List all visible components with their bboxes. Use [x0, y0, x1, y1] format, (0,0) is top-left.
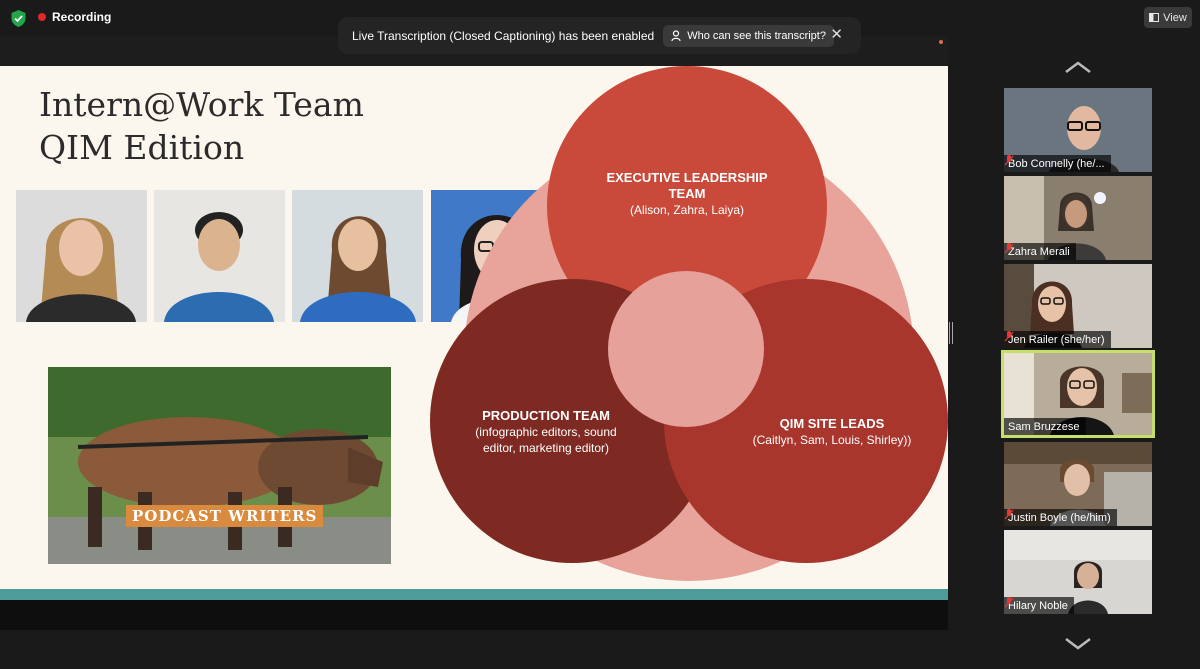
participant-tile[interactable]: Bob Connelly (he/...: [1004, 88, 1152, 172]
venn-right-sub: (Caitlyn, Sam, Louis, Shirley)): [752, 433, 912, 447]
team-photo-4: [431, 190, 563, 322]
record-dot-icon: [38, 13, 46, 21]
venn-left-sub: (infographic editors, sound editor, mark…: [475, 425, 617, 455]
grid-view-icon: [1149, 13, 1160, 22]
team-photo-2: [154, 190, 285, 322]
close-icon[interactable]: ✕: [830, 26, 843, 44]
view-button[interactable]: View: [1144, 7, 1192, 28]
team-photo-1: [16, 190, 147, 322]
venn-top-label: EXECUTIVE LEADERSHIP TEAM (Alison, Zahra…: [605, 170, 769, 218]
who-button-label: Who can see this transcript?: [687, 29, 826, 42]
participant-name: Justin Boyle (he/him): [1008, 511, 1111, 524]
participant-tile[interactable]: Hilary Noble: [1004, 530, 1152, 614]
participant-tile[interactable]: Zahra Merali: [1004, 176, 1152, 260]
who-can-see-transcript-button[interactable]: Who can see this transcript?: [663, 24, 834, 47]
muted-mic-icon: [1004, 509, 1014, 520]
muted-mic-icon: [1004, 243, 1014, 254]
venn-center-circle: [608, 271, 764, 427]
view-label: View: [1163, 11, 1187, 24]
slide-title-line2: QIM Edition: [39, 128, 245, 167]
transcription-notification: Live Transcription (Closed Captioning) h…: [338, 17, 861, 54]
shared-slide: Intern@Work Team QIM Edition EXECUTIVE L…: [0, 66, 948, 600]
participant-tile[interactable]: Justin Boyle (he/him): [1004, 442, 1152, 526]
share-indicator-dot: [939, 40, 943, 44]
person-eye-icon: [671, 29, 681, 41]
recording-label: Recording: [52, 10, 112, 24]
participant-name: Bob Connelly (he/...: [1008, 157, 1105, 170]
venn-left-title: PRODUCTION TEAM: [482, 408, 610, 423]
participant-name-tag: Hilary Noble: [1004, 597, 1074, 614]
slide-title: Intern@Work Team QIM Edition: [39, 83, 364, 169]
security-shield-icon[interactable]: [10, 9, 27, 28]
slide-bottom-bar: [0, 600, 948, 630]
participant-name-tag: Justin Boyle (he/him): [1004, 509, 1117, 526]
venn-top-sub: (Alison, Zahra, Laiya): [629, 203, 745, 217]
venn-right-title: QIM SITE LEADS: [779, 416, 885, 431]
participant-name: Jen Railer (she/her): [1008, 333, 1105, 346]
recording-indicator[interactable]: Recording: [38, 10, 111, 24]
slide-teal-bar: [0, 589, 948, 600]
podcast-writers-image: PODCAST WRITERS: [48, 367, 391, 564]
participant-tile-active-speaker[interactable]: Sam Bruzzese: [1001, 350, 1155, 438]
panel-resize-handle[interactable]: [949, 322, 953, 344]
venn-right-label: QIM SITE LEADS (Caitlyn, Sam, Louis, Shi…: [742, 416, 922, 448]
team-photo-3: [292, 190, 423, 322]
chevron-up-icon[interactable]: [1063, 59, 1093, 75]
notification-message: Live Transcription (Closed Captioning) h…: [352, 28, 655, 43]
participant-name: Sam Bruzzese: [1008, 420, 1080, 433]
participant-name-tag: Sam Bruzzese: [1004, 418, 1086, 435]
venn-top-title: EXECUTIVE LEADERSHIP TEAM: [606, 170, 768, 201]
venn-left-label: PRODUCTION TEAM (infographic editors, so…: [460, 408, 632, 456]
slide-title-line1: Intern@Work Team: [39, 85, 364, 124]
podcast-writers-label: PODCAST WRITERS: [126, 505, 324, 527]
muted-mic-icon: [1004, 155, 1014, 166]
chevron-down-icon[interactable]: [1063, 636, 1093, 652]
participant-name-tag: Jen Railer (she/her): [1004, 331, 1111, 348]
participant-name-tag: Bob Connelly (he/...: [1004, 155, 1111, 172]
participant-name-tag: Zahra Merali: [1004, 243, 1076, 260]
participant-name: Hilary Noble: [1008, 599, 1068, 612]
participant-tile[interactable]: Jen Railer (she/her): [1004, 264, 1152, 348]
participant-name: Zahra Merali: [1008, 245, 1070, 258]
muted-mic-icon: [1004, 331, 1014, 342]
muted-mic-icon: [1004, 597, 1014, 608]
